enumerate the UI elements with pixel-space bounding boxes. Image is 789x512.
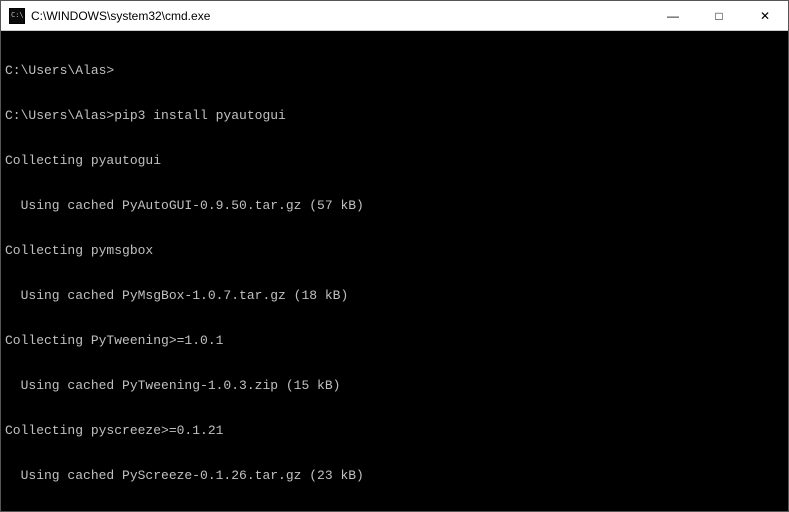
window-title: C:\WINDOWS\system32\cmd.exe — [31, 9, 650, 23]
window-controls: — □ ✕ — [650, 1, 788, 30]
maximize-button[interactable]: □ — [696, 1, 742, 30]
output-line: Using cached PyScreeze-0.1.26.tar.gz (23… — [5, 468, 784, 483]
output-line: Using cached PyAutoGUI-0.9.50.tar.gz (57… — [5, 198, 784, 213]
titlebar[interactable]: C:\ C:\WINDOWS\system32\cmd.exe — □ ✕ — [1, 1, 788, 31]
output-line: Collecting pyautogui — [5, 153, 784, 168]
minimize-button[interactable]: — — [650, 1, 696, 30]
output-line: Using cached PyTweening-1.0.3.zip (15 kB… — [5, 378, 784, 393]
svg-text:C:\: C:\ — [11, 11, 24, 19]
output-line: C:\Users\Alas> — [5, 63, 784, 78]
output-line: Using cached PyMsgBox-1.0.7.tar.gz (18 k… — [5, 288, 784, 303]
cmd-icon: C:\ — [9, 8, 25, 24]
output-line: Collecting PyTweening>=1.0.1 — [5, 333, 784, 348]
close-button[interactable]: ✕ — [742, 1, 788, 30]
output-line: Collecting pymsgbox — [5, 243, 784, 258]
output-line: C:\Users\Alas>pip3 install pyautogui — [5, 108, 784, 123]
cmd-window: C:\ C:\WINDOWS\system32\cmd.exe — □ ✕ C:… — [0, 0, 789, 512]
output-line: Collecting pyscreeze>=0.1.21 — [5, 423, 784, 438]
terminal-output[interactable]: C:\Users\Alas> C:\Users\Alas>pip3 instal… — [1, 31, 788, 511]
